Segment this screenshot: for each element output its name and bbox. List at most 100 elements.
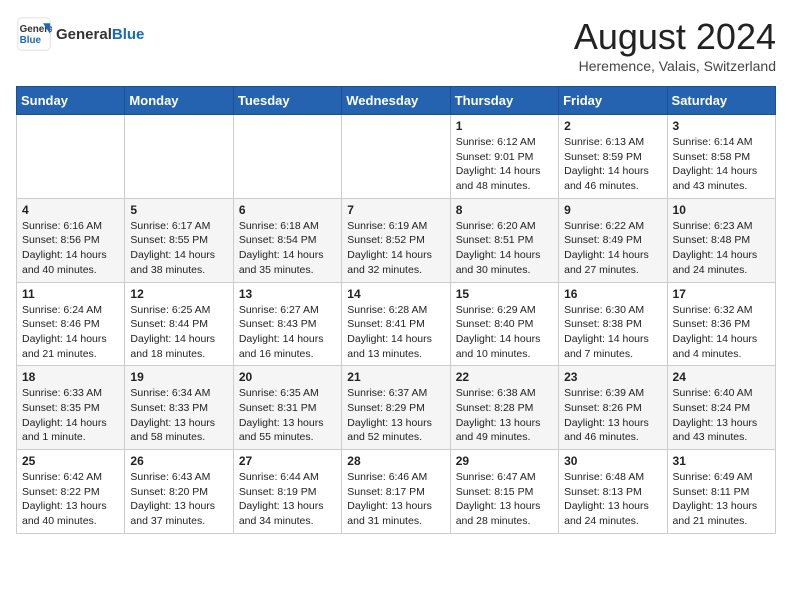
calendar-cell: 7Sunrise: 6:19 AMSunset: 8:52 PMDaylight… xyxy=(342,198,450,282)
calendar-cell: 31 Sunrise: 6:49 AMSunset: 8:11 PMDayligh… xyxy=(667,450,775,534)
calendar-cell xyxy=(125,115,233,199)
calendar-cell: 16 Sunrise: 6:30 AMSunset: 8:38 PMDayligh… xyxy=(559,282,667,366)
day-info: Sunrise: 6:46 AMSunset: 8:17 PMDaylight:… xyxy=(347,470,444,529)
day-number: 12 xyxy=(130,287,227,301)
day-info: Sunrise: 6:43 AMSunset: 8:20 PMDaylight:… xyxy=(130,470,227,529)
day-info: Sunrise: 6:33 AMSunset: 8:35 PMDaylight:… xyxy=(22,386,119,445)
day-of-week-header: Tuesday xyxy=(233,87,341,115)
calendar-cell: 10 Sunrise: 6:23 AMSunset: 8:48 PMDayligh… xyxy=(667,198,775,282)
calendar-cell: 14 Sunrise: 6:28 AMSunset: 8:41 PMDayligh… xyxy=(342,282,450,366)
calendar-cell: 25 Sunrise: 6:42 AMSunset: 8:22 PMDayligh… xyxy=(17,450,125,534)
day-info: Sunrise: 6:29 AMSunset: 8:40 PMDaylight:… xyxy=(456,303,553,362)
day-number: 24 xyxy=(673,370,770,384)
day-number: 29 xyxy=(456,454,553,468)
calendar-cell: 24 Sunrise: 6:40 AMSunset: 8:24 PMDayligh… xyxy=(667,366,775,450)
calendar-week-row: 18 Sunrise: 6:33 AMSunset: 8:35 PMDayligh… xyxy=(17,366,776,450)
day-info: Sunrise: 6:40 AMSunset: 8:24 PMDaylight:… xyxy=(673,386,770,445)
day-number: 19 xyxy=(130,370,227,384)
calendar-cell: 20 Sunrise: 6:35 AMSunset: 8:31 PMDayligh… xyxy=(233,366,341,450)
day-info: Sunrise: 6:48 AMSunset: 8:13 PMDaylight:… xyxy=(564,470,661,529)
calendar-cell: 11Sunrise: 6:24 AMSunset: 8:46 PMDayligh… xyxy=(17,282,125,366)
day-info: Sunrise: 6:22 AMSunset: 8:49 PMDaylight:… xyxy=(564,219,661,278)
day-number: 9 xyxy=(564,203,661,217)
day-info: Sunrise: 6:28 AMSunset: 8:41 PMDaylight:… xyxy=(347,303,444,362)
day-number: 30 xyxy=(564,454,661,468)
day-number: 18 xyxy=(22,370,119,384)
day-info: Sunrise: 6:25 AMSunset: 8:44 PMDaylight:… xyxy=(130,303,227,362)
calendar-cell: 29Sunrise: 6:47 AMSunset: 8:15 PMDayligh… xyxy=(450,450,558,534)
calendar-cell: 21Sunrise: 6:37 AMSunset: 8:29 PMDayligh… xyxy=(342,366,450,450)
day-number: 25 xyxy=(22,454,119,468)
day-number: 14 xyxy=(347,287,444,301)
calendar-week-row: 4Sunrise: 6:16 AMSunset: 8:56 PMDaylight… xyxy=(17,198,776,282)
logo-icon: General Blue xyxy=(16,16,52,52)
calendar-cell: 9 Sunrise: 6:22 AMSunset: 8:49 PMDaylight… xyxy=(559,198,667,282)
day-number: 15 xyxy=(456,287,553,301)
day-info: Sunrise: 6:23 AMSunset: 8:48 PMDaylight:… xyxy=(673,219,770,278)
day-info: Sunrise: 6:30 AMSunset: 8:38 PMDaylight:… xyxy=(564,303,661,362)
title-area: August 2024 Heremence, Valais, Switzerla… xyxy=(574,16,776,74)
day-info: Sunrise: 6:35 AMSunset: 8:31 PMDaylight:… xyxy=(239,386,336,445)
calendar-week-row: 25 Sunrise: 6:42 AMSunset: 8:22 PMDayligh… xyxy=(17,450,776,534)
day-number: 31 xyxy=(673,454,770,468)
day-number: 10 xyxy=(673,203,770,217)
calendar-cell: 3Sunrise: 6:14 AMSunset: 8:58 PMDaylight… xyxy=(667,115,775,199)
page-header: General Blue GeneralBlue August 2024 Her… xyxy=(16,16,776,74)
day-info: Sunrise: 6:32 AMSunset: 8:36 PMDaylight:… xyxy=(673,303,770,362)
calendar-cell: 1Sunrise: 6:12 AMSunset: 9:01 PMDaylight… xyxy=(450,115,558,199)
day-info: Sunrise: 6:38 AMSunset: 8:28 PMDaylight:… xyxy=(456,386,553,445)
calendar-cell: 19Sunrise: 6:34 AMSunset: 8:33 PMDayligh… xyxy=(125,366,233,450)
day-of-week-header: Wednesday xyxy=(342,87,450,115)
day-number: 23 xyxy=(564,370,661,384)
calendar-cell: 15 Sunrise: 6:29 AMSunset: 8:40 PMDayligh… xyxy=(450,282,558,366)
calendar-cell: 17 Sunrise: 6:32 AMSunset: 8:36 PMDayligh… xyxy=(667,282,775,366)
calendar-cell xyxy=(342,115,450,199)
day-number: 4 xyxy=(22,203,119,217)
day-number: 21 xyxy=(347,370,444,384)
logo-blue: Blue xyxy=(112,26,145,43)
day-of-week-header: Saturday xyxy=(667,87,775,115)
calendar-cell: 22Sunrise: 6:38 AMSunset: 8:28 PMDayligh… xyxy=(450,366,558,450)
calendar-cell: 18 Sunrise: 6:33 AMSunset: 8:35 PMDayligh… xyxy=(17,366,125,450)
month-year: August 2024 xyxy=(574,16,776,58)
day-number: 8 xyxy=(456,203,553,217)
calendar-cell: 5Sunrise: 6:17 AMSunset: 8:55 PMDaylight… xyxy=(125,198,233,282)
day-number: 6 xyxy=(239,203,336,217)
day-info: Sunrise: 6:44 AMSunset: 8:19 PMDaylight:… xyxy=(239,470,336,529)
calendar-cell: 12 Sunrise: 6:25 AMSunset: 8:44 PMDayligh… xyxy=(125,282,233,366)
location: Heremence, Valais, Switzerland xyxy=(574,58,776,74)
day-info: Sunrise: 6:49 AMSunset: 8:11 PMDaylight:… xyxy=(673,470,770,529)
day-number: 1 xyxy=(456,119,553,133)
calendar-cell: 23 Sunrise: 6:39 AMSunset: 8:26 PMDayligh… xyxy=(559,366,667,450)
calendar-cell xyxy=(233,115,341,199)
day-info: Sunrise: 6:42 AMSunset: 8:22 PMDaylight:… xyxy=(22,470,119,529)
day-of-week-header: Sunday xyxy=(17,87,125,115)
day-number: 20 xyxy=(239,370,336,384)
day-of-week-header: Monday xyxy=(125,87,233,115)
calendar-week-row: 11Sunrise: 6:24 AMSunset: 8:46 PMDayligh… xyxy=(17,282,776,366)
day-info: Sunrise: 6:27 AMSunset: 8:43 PMDaylight:… xyxy=(239,303,336,362)
calendar-week-row: 1Sunrise: 6:12 AMSunset: 9:01 PMDaylight… xyxy=(17,115,776,199)
day-number: 17 xyxy=(673,287,770,301)
logo: General Blue GeneralBlue xyxy=(16,16,144,52)
calendar: SundayMondayTuesdayWednesdayThursdayFrid… xyxy=(16,86,776,534)
calendar-cell: 28Sunrise: 6:46 AMSunset: 8:17 PMDayligh… xyxy=(342,450,450,534)
day-number: 3 xyxy=(673,119,770,133)
calendar-cell: 2Sunrise: 6:13 AMSunset: 8:59 PMDaylight… xyxy=(559,115,667,199)
day-number: 16 xyxy=(564,287,661,301)
day-info: Sunrise: 6:39 AMSunset: 8:26 PMDaylight:… xyxy=(564,386,661,445)
calendar-cell: 13Sunrise: 6:27 AMSunset: 8:43 PMDayligh… xyxy=(233,282,341,366)
day-number: 27 xyxy=(239,454,336,468)
calendar-cell xyxy=(17,115,125,199)
logo-text: GeneralBlue xyxy=(56,26,144,43)
day-info: Sunrise: 6:18 AMSunset: 8:54 PMDaylight:… xyxy=(239,219,336,278)
day-number: 5 xyxy=(130,203,227,217)
day-number: 2 xyxy=(564,119,661,133)
day-number: 26 xyxy=(130,454,227,468)
day-of-week-header: Friday xyxy=(559,87,667,115)
calendar-cell: 30 Sunrise: 6:48 AMSunset: 8:13 PMDayligh… xyxy=(559,450,667,534)
day-info: Sunrise: 6:19 AMSunset: 8:52 PMDaylight:… xyxy=(347,219,444,278)
calendar-cell: 6 Sunrise: 6:18 AMSunset: 8:54 PMDaylight… xyxy=(233,198,341,282)
calendar-cell: 27 Sunrise: 6:44 AMSunset: 8:19 PMDayligh… xyxy=(233,450,341,534)
day-info: Sunrise: 6:24 AMSunset: 8:46 PMDaylight:… xyxy=(22,303,119,362)
